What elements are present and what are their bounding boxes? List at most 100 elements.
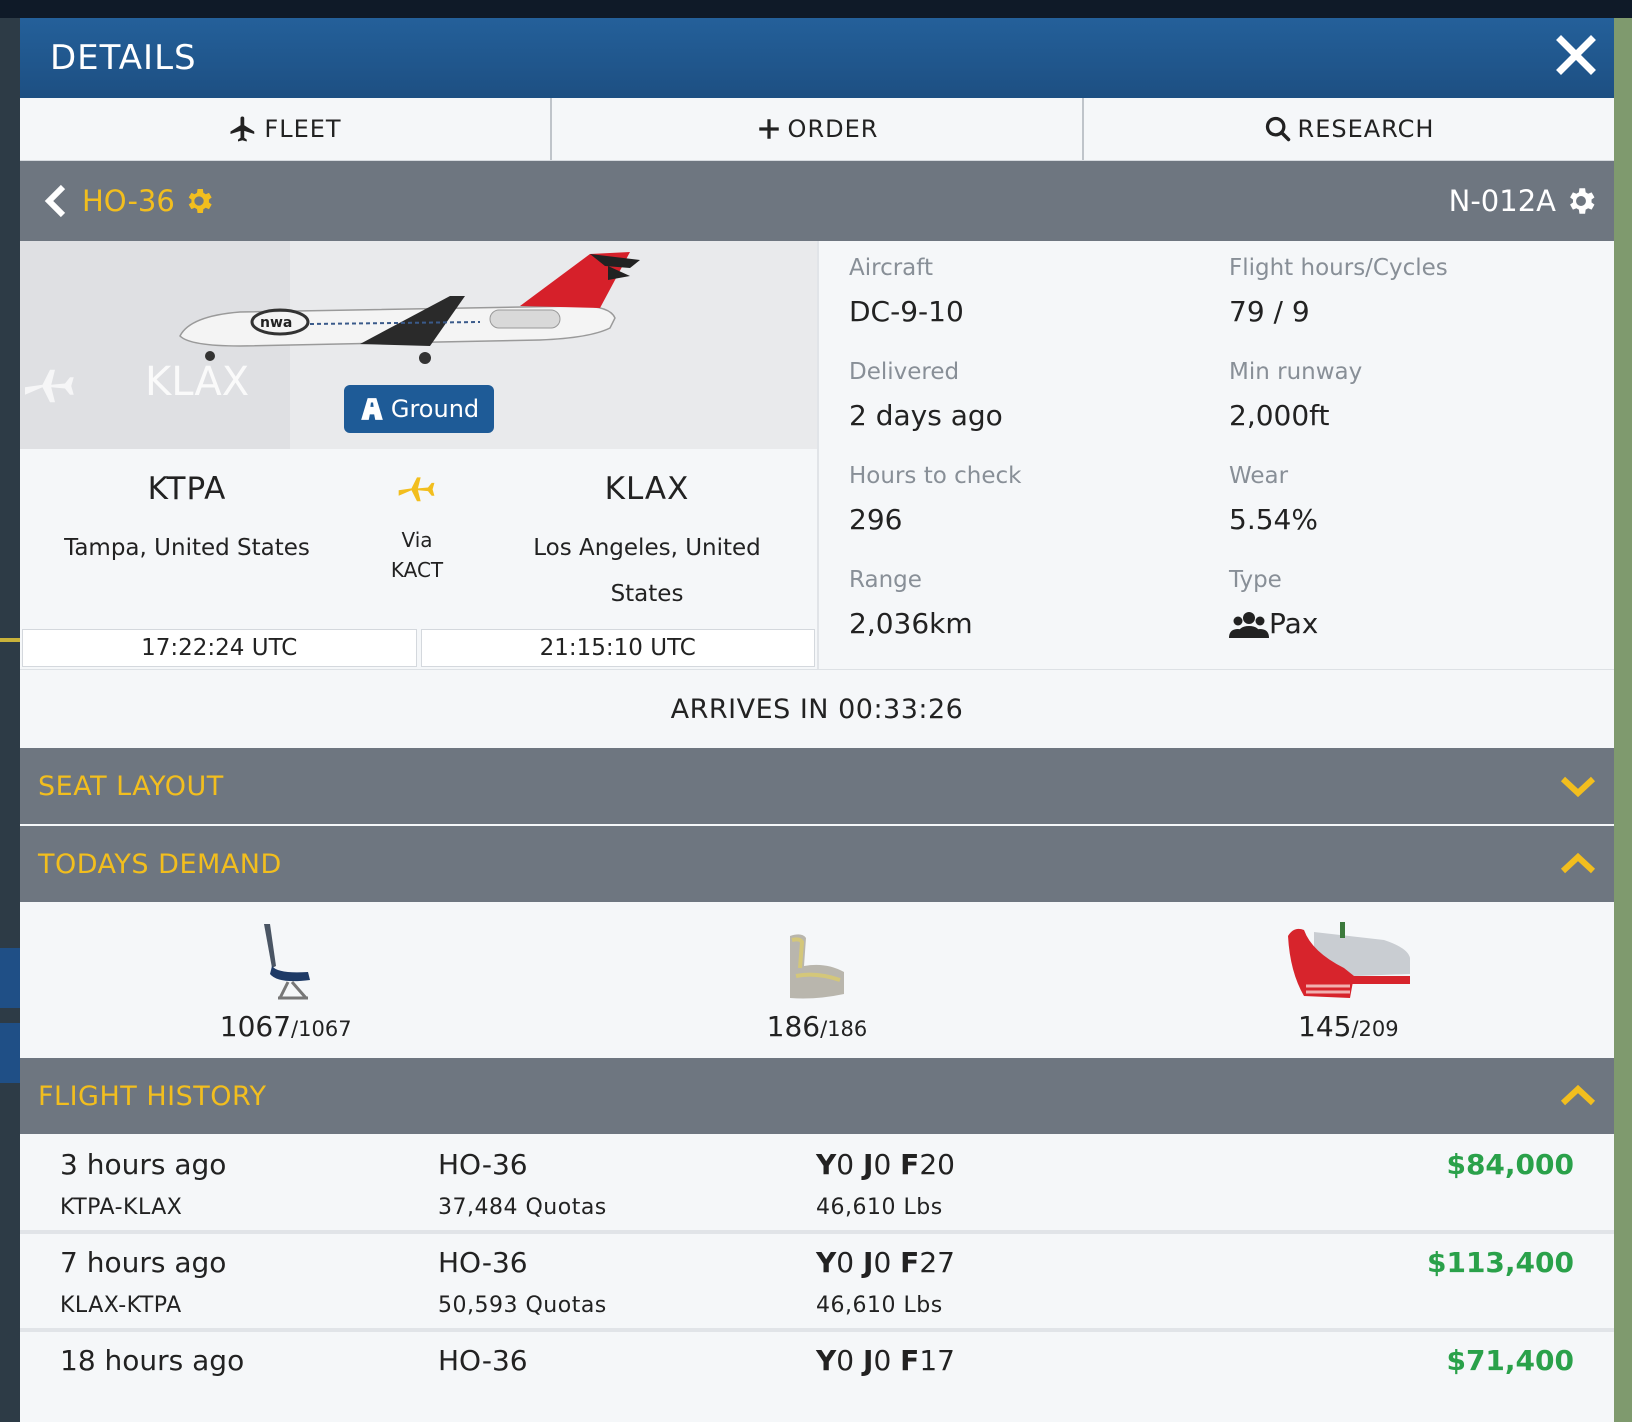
history-quotas: 50,593 Quotas	[438, 1293, 607, 1318]
close-button[interactable]	[1556, 32, 1596, 84]
schedule-times: 17:22:24 UTC 21:15:10 UTC	[20, 629, 817, 667]
flight-hours-label: Flight hours/Cycles	[1229, 255, 1448, 281]
road-icon	[361, 398, 383, 420]
tab-order[interactable]: ORDER	[552, 98, 1084, 160]
todays-demand-section-header[interactable]: TODAYS DEMAND	[20, 826, 1614, 904]
arrival-countdown: ARRIVES IN 00:33:26	[670, 693, 964, 725]
history-row[interactable]: 18 hours ago HO-36 Y0 J0 F17 $71,400	[20, 1332, 1614, 1422]
hours-to-check-value: 296	[849, 503, 903, 536]
history-flight: HO-36	[438, 1344, 528, 1377]
map-background-right	[1614, 18, 1632, 1422]
hours-to-check-field: Hours to check 296	[849, 461, 1229, 557]
origin-city: Tampa, United States	[64, 535, 310, 561]
type-field: Type Pax	[1229, 565, 1614, 661]
seat-layout-title: SEAT LAYOUT	[38, 770, 224, 802]
seat-layout-section-header[interactable]: SEAT LAYOUT	[20, 748, 1614, 826]
map-background-top	[0, 0, 1632, 18]
type-value: Pax	[1269, 607, 1319, 640]
chevron-up-icon	[1560, 852, 1596, 874]
route-settings-gear-icon[interactable]	[183, 185, 215, 217]
todays-demand-title: TODAYS DEMAND	[38, 848, 282, 880]
range-field: Range 2,036km	[849, 565, 1229, 661]
history-flight: HO-36	[438, 1246, 528, 1279]
history-income: $84,000	[1446, 1148, 1574, 1181]
first-class-demand: 145/209	[1083, 904, 1614, 1058]
destination-code: KLAX	[604, 471, 690, 507]
chevron-up-icon	[1560, 1084, 1596, 1106]
chevron-down-icon	[1560, 776, 1596, 798]
first-class-seat-icon	[1288, 922, 1411, 998]
map-background-left	[0, 18, 20, 1422]
history-route: KTPA-KLAX	[60, 1195, 183, 1220]
wear-field: Wear 5.54%	[1229, 461, 1614, 557]
history-passengers: Y0 J0 F20	[816, 1148, 955, 1181]
flight-hours-field: Flight hours/Cycles 79 / 9	[1229, 253, 1614, 349]
status-badge: Ground	[344, 385, 494, 433]
close-icon	[1556, 35, 1596, 75]
delivered-field: Delivered 2 days ago	[849, 357, 1229, 453]
business-seat-icon	[789, 934, 844, 999]
type-label: Type	[1229, 567, 1282, 593]
origin-code: KTPA	[147, 471, 227, 507]
history-cargo: 46,610 Lbs	[816, 1293, 943, 1318]
aircraft-bar: HO-36 N-012A	[20, 161, 1614, 241]
economy-seat-icon	[263, 924, 310, 1000]
history-flight: HO-36	[438, 1148, 528, 1181]
aircraft-specs: Aircraft DC-9-10 Flight hours/Cycles 79 …	[819, 241, 1614, 669]
dc9-aircraft-image: nwa	[179, 252, 640, 364]
route-name: HO-36	[82, 184, 175, 218]
delivered-value: 2 days ago	[849, 399, 1003, 432]
min-runway-value: 2,000ft	[1229, 399, 1330, 432]
flight-direction-airplane-icon	[398, 477, 435, 502]
modal-title: DETAILS	[50, 38, 197, 78]
back-chevron-icon[interactable]	[42, 183, 68, 219]
destination-airport: KLAX Los Angeles, United States	[480, 449, 814, 629]
plus-icon	[758, 119, 779, 139]
search-icon	[1265, 116, 1290, 142]
history-when: 3 hours ago	[60, 1148, 227, 1181]
arrival-time: 21:15:10 UTC	[420, 629, 815, 667]
ghost-airplane-icon	[25, 369, 74, 403]
route-summary: KTPA Tampa, United States Via KACT KLAX …	[20, 449, 817, 629]
modal-header: DETAILS	[20, 18, 1614, 98]
business-demand-value: 186	[766, 1010, 821, 1043]
range-label: Range	[849, 567, 922, 593]
business-demand: 186/186	[551, 904, 1082, 1058]
min-runway-field: Min runway 2,000ft	[1229, 357, 1614, 453]
flight-hours-value: 79 / 9	[1229, 295, 1310, 328]
tab-fleet[interactable]: FLEET	[20, 98, 552, 160]
flight-history-title: FLIGHT HISTORY	[38, 1080, 267, 1112]
min-runway-label: Min runway	[1229, 359, 1363, 385]
flight-history-list: 3 hours ago KTPA-KLAX HO-36 37,484 Quota…	[20, 1136, 1614, 1422]
svg-text:nwa: nwa	[260, 315, 292, 331]
history-row[interactable]: 3 hours ago KTPA-KLAX HO-36 37,484 Quota…	[20, 1136, 1614, 1234]
flight-history-section-header[interactable]: FLIGHT HISTORY	[20, 1058, 1614, 1136]
history-cargo: 46,610 Lbs	[816, 1195, 943, 1220]
economy-demand-count: 1067/1067	[220, 1010, 352, 1043]
via-stop: Via KACT	[354, 449, 480, 629]
origin-airport: KTPA Tampa, United States	[20, 449, 354, 629]
type-value-row: Pax	[1229, 607, 1614, 640]
history-passengers: Y0 J0 F17	[816, 1344, 955, 1377]
range-value: 2,036km	[849, 607, 973, 640]
history-row[interactable]: 7 hours ago KLAX-KTPA HO-36 50,593 Quota…	[20, 1234, 1614, 1332]
economy-demand: 1067/1067	[20, 904, 551, 1058]
first-class-demand-count: 145/209	[1298, 1010, 1399, 1043]
aircraft-settings-gear-icon[interactable]	[1564, 184, 1598, 218]
route-panel: KLAX nwa Ground KTPA Tampa, United State…	[20, 241, 819, 669]
todays-demand: 1067/1067 186/186 145/209	[20, 904, 1614, 1058]
history-route: KLAX-KTPA	[60, 1293, 182, 1318]
business-demand-total: /186	[820, 1017, 868, 1041]
tab-bar: FLEET ORDER RESEARCH	[20, 98, 1614, 161]
registration: N-012A	[1448, 184, 1556, 218]
aircraft-photo: KLAX nwa Ground	[20, 241, 817, 449]
via-label: Via	[401, 528, 433, 552]
wear-label: Wear	[1229, 463, 1289, 489]
airplane-icon	[230, 116, 255, 142]
aircraft-info: KLAX nwa Ground KTPA Tampa, United State…	[20, 241, 1614, 670]
details-modal: DETAILS FLEET ORDER RESEARCH HO-36 N-012…	[20, 18, 1614, 1422]
hours-to-check-label: Hours to check	[849, 463, 1022, 489]
tab-fleet-label: FLEET	[264, 115, 342, 143]
wear-value: 5.54%	[1229, 503, 1318, 536]
tab-research[interactable]: RESEARCH	[1084, 98, 1614, 160]
